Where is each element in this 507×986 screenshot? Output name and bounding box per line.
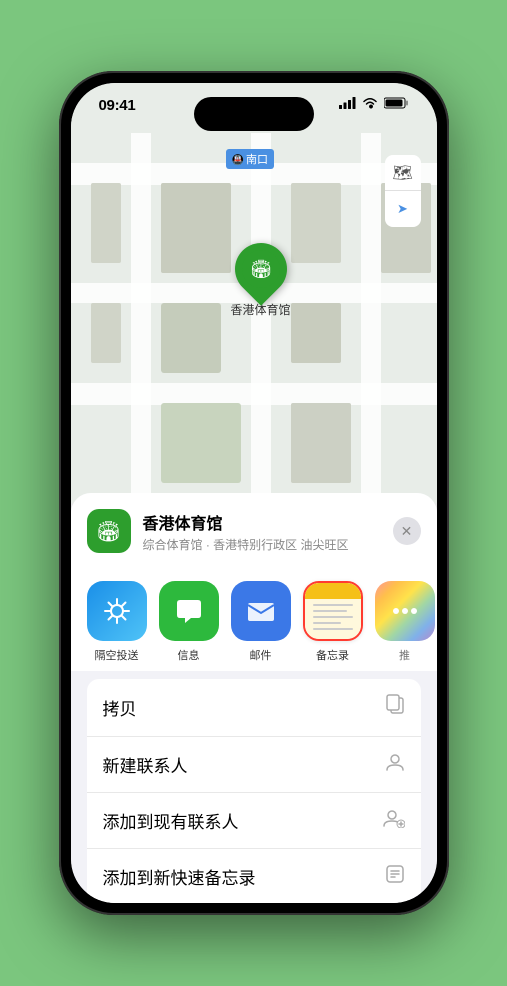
share-item-more[interactable]: 推 (375, 581, 435, 663)
map-controls[interactable]: 🗺 ➤ (385, 155, 421, 227)
action-quick-note-label: 添加到新快速备忘录 (103, 864, 256, 889)
status-icons (339, 97, 409, 109)
location-pin: 🏟 香港体育馆 (231, 243, 291, 318)
action-quick-note[interactable]: 添加到新快速备忘录 (87, 849, 421, 903)
share-item-mail[interactable]: 邮件 (231, 581, 291, 663)
signal-icon (339, 97, 356, 109)
action-new-contact[interactable]: 新建联系人 (87, 737, 421, 793)
phone-frame: 09:41 (59, 71, 449, 915)
share-row: 隔空投送 信息 (71, 565, 437, 671)
action-list: 拷贝 新建联系人 (87, 679, 421, 903)
share-item-message[interactable]: 信息 (159, 581, 219, 663)
action-add-contact[interactable]: 添加到现有联系人 (87, 793, 421, 849)
map-area: 🚇南口 🗺 ➤ 🏟 香港体育馆 (71, 83, 437, 503)
venue-subtitle: 综合体育馆 · 香港特别行政区 油尖旺区 (143, 536, 381, 553)
copy-icon (385, 694, 405, 721)
quick-note-icon (385, 864, 405, 889)
map-background: 🚇南口 🗺 ➤ 🏟 香港体育馆 (71, 83, 437, 503)
map-view-button[interactable]: 🗺 (385, 155, 421, 191)
dynamic-island (194, 97, 314, 131)
share-item-airdrop[interactable]: 隔空投送 (87, 581, 147, 663)
share-label-more: 推 (399, 647, 410, 663)
bottom-sheet: 🏟 香港体育馆 综合体育馆 · 香港特别行政区 油尖旺区 ✕ (71, 493, 437, 903)
pin-body: 🏟 (224, 232, 298, 306)
pin-icon: 🏟 (242, 250, 280, 288)
share-label-mail: 邮件 (250, 647, 272, 663)
add-contact-icon (383, 808, 405, 833)
share-label-message: 信息 (178, 647, 200, 663)
wifi-icon (362, 97, 378, 109)
venue-info: 香港体育馆 综合体育馆 · 香港特别行政区 油尖旺区 (143, 510, 381, 553)
action-copy[interactable]: 拷贝 (87, 679, 421, 737)
battery-icon (384, 97, 409, 109)
venue-icon: 🏟 (87, 509, 131, 553)
share-label-airdrop: 隔空投送 (95, 647, 139, 663)
action-new-contact-label: 新建联系人 (103, 752, 188, 777)
share-label-notes: 备忘录 (316, 647, 349, 663)
close-button[interactable]: ✕ (393, 517, 421, 545)
sheet-header: 🏟 香港体育馆 综合体育馆 · 香港特别行政区 油尖旺区 ✕ (71, 493, 437, 565)
venue-name: 香港体育馆 (143, 510, 381, 534)
status-time: 09:41 (99, 97, 136, 114)
action-copy-label: 拷贝 (103, 695, 137, 720)
new-contact-icon (385, 752, 405, 777)
map-label: 🚇南口 (226, 149, 274, 169)
location-button[interactable]: ➤ (385, 191, 421, 227)
action-add-contact-label: 添加到现有联系人 (103, 808, 239, 833)
share-item-notes[interactable]: 备忘录 (303, 581, 363, 663)
phone-screen: 09:41 (71, 83, 437, 903)
